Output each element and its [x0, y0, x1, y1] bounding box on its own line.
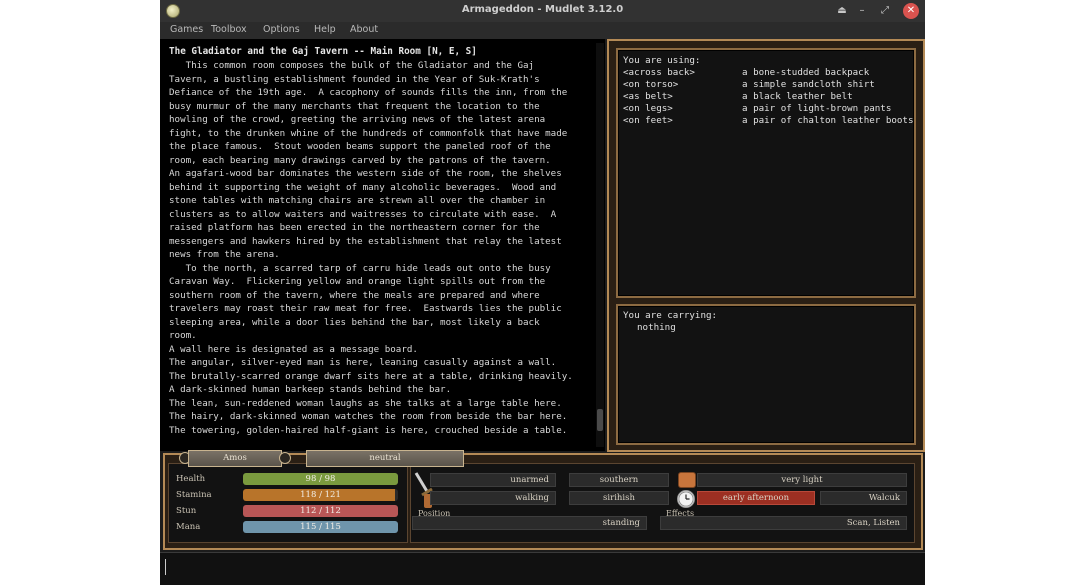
weapon-field: unarmed [430, 473, 556, 487]
movement-field: walking [430, 491, 556, 505]
inventory-panel: You are carrying: nothing [616, 304, 916, 445]
title-bar: Armageddon - Mudlet 3.12.0 ⏏ – ⤢ ✕ [160, 0, 925, 22]
command-input[interactable] [164, 553, 919, 583]
room-text-line: The brutally-scarred orange dwarf sits h… [169, 370, 573, 382]
light-icon [678, 472, 696, 488]
minimize-button[interactable]: – [854, 3, 870, 19]
close-button[interactable]: ✕ [903, 3, 919, 19]
time-field: early afternoon [697, 491, 815, 505]
inventory-header: You are carrying: [623, 310, 718, 321]
position-field: standing [412, 516, 647, 530]
watching-field: Walcuk [820, 491, 907, 505]
output-scrollbar[interactable] [596, 43, 604, 447]
equipment-item: a pair of chalton leather boots [742, 115, 914, 126]
room-text-line: southern room of the tavern, where the m… [169, 289, 540, 301]
mana-bar: 115 / 115 [243, 521, 398, 533]
room-text-line: clusters as to allow waiters and waitres… [169, 208, 557, 220]
inventory-item: nothing [637, 322, 676, 333]
menu-bar: Games Toolbox Options Help About [160, 22, 925, 39]
equipment-slot: <on torso> [623, 79, 679, 90]
eject-icon[interactable]: ⏏ [834, 3, 850, 19]
mudlet-window: Armageddon - Mudlet 3.12.0 ⏏ – ⤢ ✕ Games… [160, 0, 925, 585]
window-title: Armageddon - Mudlet 3.12.0 [461, 4, 624, 15]
room-text-line: messengers and hawkers hired by the esta… [169, 235, 562, 247]
room-text-line: Tavern, a bustling establishment founded… [169, 73, 540, 85]
room-description: This common room composes the bulk of th… [169, 59, 573, 437]
equipment-item: a bone-studded backpack [742, 67, 870, 78]
room-text-line: news from the arena. [169, 249, 280, 260]
room-text-line: sleeping area, while a door lies behind … [169, 316, 540, 328]
room-text-line: The hairy, dark-skinned woman watches th… [169, 411, 568, 422]
room-text-line: A wall here is designated as a message b… [169, 343, 418, 355]
effects-field: Scan, Listen [660, 516, 907, 530]
tab-character[interactable]: Amos [188, 450, 282, 467]
room-text-line: This common room composes the bulk of th… [169, 60, 535, 71]
room-text-line: Defiance of the 19th age. A cacophony of… [169, 87, 568, 98]
room-text-line: To the north, a scarred tarp of carru hi… [169, 262, 551, 274]
menu-options[interactable]: Options [263, 24, 300, 35]
room-text-line: The towering, golden-haired half-giant i… [169, 424, 568, 436]
room-text-line: fight, to the drunken whine of the hundr… [169, 127, 568, 139]
room-title: The Gladiator and the Gaj Tavern -- Main… [169, 46, 477, 57]
scrollbar-thumb[interactable] [597, 409, 603, 431]
main-output-console[interactable]: The Gladiator and the Gaj Tavern -- Main… [160, 39, 605, 451]
room-text-line: A dark-skinned human barkeep stands behi… [169, 384, 452, 395]
room-text-line: room. [169, 330, 197, 341]
equipment-slot: <across back> [623, 67, 695, 78]
menu-games[interactable]: Games [170, 24, 203, 35]
room-text-line: raised platform has been erected in the … [169, 222, 540, 233]
equipment-item: a pair of light-brown pants [742, 103, 892, 114]
equipment-header: You are using: [623, 55, 701, 66]
room-text-line: howling of the crowd, greeting the arriv… [169, 114, 546, 125]
stamina-bar: 118 / 121 [243, 489, 398, 501]
room-text-line: Caravan Way. Flickering yellow and orang… [169, 276, 546, 287]
language-field: sirihish [569, 491, 669, 505]
room-text-line: busy murmur of the many merchants that f… [169, 100, 540, 112]
room-text-line: behind it supporting the weight of many … [169, 181, 557, 193]
room-text-line: The lean, sun-reddened woman laughs as s… [169, 397, 562, 409]
mana-label: Mana [176, 522, 201, 532]
equipment-item: a black leather belt [742, 91, 853, 102]
stamina-label: Stamina [176, 490, 212, 500]
equipment-slot: <on legs> [623, 103, 673, 114]
menu-toolbox[interactable]: Toolbox [211, 24, 247, 35]
tab-stance[interactable]: neutral [306, 450, 464, 467]
equipment-slot: <as belt> [623, 91, 673, 102]
tab-knob-right [279, 452, 291, 464]
maximize-button[interactable]: ⤢ [877, 3, 893, 19]
room-text-line: stone tables with matching chairs are st… [169, 195, 546, 206]
clock-icon [677, 490, 695, 508]
menu-help[interactable]: Help [314, 24, 336, 35]
equipment-item: a simple sandcloth shirt [742, 79, 875, 90]
room-text-line: the place famous. Stout wooden beams sup… [169, 141, 551, 152]
health-bar: 98 / 98 [243, 473, 398, 485]
command-line[interactable] [160, 552, 925, 585]
equipment-panel: You are using: <across back> a bone-studd… [616, 48, 916, 298]
direction-field: southern [569, 473, 669, 487]
stun-label: Stun [176, 506, 197, 516]
room-text-line: room, each bearing many drawings carved … [169, 154, 551, 166]
room-text-line: The angular, silver-eyed man is here, le… [169, 357, 557, 368]
stun-bar: 112 / 112 [243, 505, 398, 517]
equipment-slot: <on feet> [623, 115, 673, 126]
room-text-line: An agafari-wood bar dominates the wester… [169, 168, 562, 179]
light-field: very light [697, 473, 907, 487]
room-text-line: travelers may roast their raw meat for f… [169, 303, 562, 314]
health-label: Health [176, 474, 206, 484]
menu-about[interactable]: About [350, 24, 378, 35]
